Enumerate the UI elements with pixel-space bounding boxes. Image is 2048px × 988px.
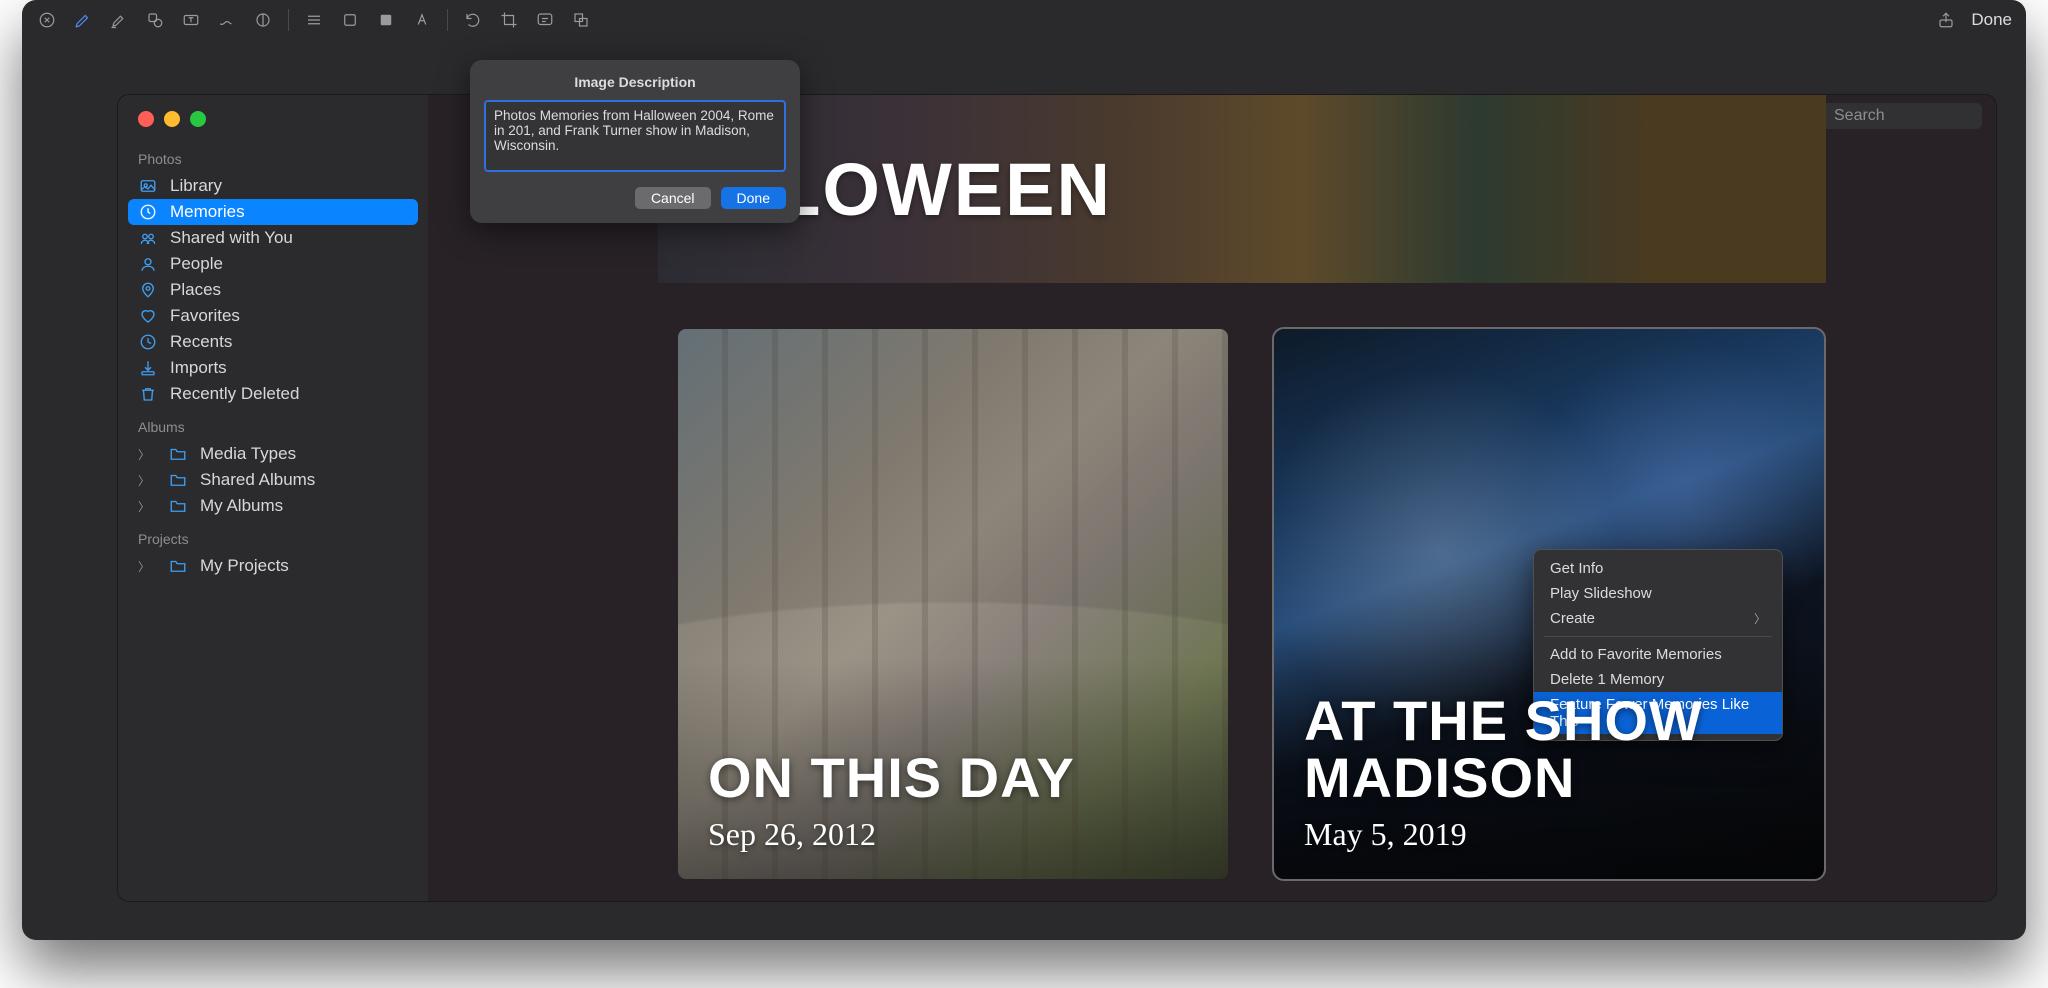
crop-icon[interactable]	[498, 9, 520, 31]
folder-icon	[168, 556, 188, 576]
editor-toolbar: Done	[22, 0, 2026, 40]
sidebar-item-label: Recently Deleted	[170, 384, 299, 404]
sidebar-item-label: Imports	[170, 358, 227, 378]
window-controls	[118, 95, 428, 139]
imports-icon	[138, 358, 158, 378]
library-icon	[138, 176, 158, 196]
sign-icon[interactable]	[216, 9, 238, 31]
sidebar-item-label: Places	[170, 280, 221, 300]
sidebar-section-photos: Photos	[118, 139, 428, 173]
memories-icon	[138, 202, 158, 222]
folder-icon	[168, 470, 188, 490]
people-icon	[138, 254, 158, 274]
sidebar-item-shared-albums[interactable]: 〉 Shared Albums	[118, 467, 428, 493]
sidebar-item-people[interactable]: People	[118, 251, 428, 277]
done-button[interactable]: Done	[721, 187, 786, 209]
sidebar-section-projects: Projects	[118, 519, 428, 553]
share-top-icon[interactable]	[1935, 9, 1957, 31]
sidebar-item-label: My Albums	[200, 496, 283, 516]
chevron-right-icon: 〉	[138, 498, 150, 515]
order-icon[interactable]	[570, 9, 592, 31]
memory-card-date: Sep 26, 2012	[708, 816, 1198, 853]
fullscreen-window-button[interactable]	[190, 111, 206, 127]
sidebar-item-library[interactable]: Library	[118, 173, 428, 199]
sidebar-item-label: Media Types	[200, 444, 296, 464]
chevron-right-icon: 〉	[1754, 610, 1766, 627]
shapes-icon[interactable]	[144, 9, 166, 31]
sidebar-item-my-albums[interactable]: 〉 My Albums	[118, 493, 428, 519]
adjust-color-icon[interactable]	[252, 9, 274, 31]
folder-icon	[168, 444, 188, 464]
chevron-right-icon: 〉	[138, 446, 150, 463]
sidebar-item-label: Shared with You	[170, 228, 293, 248]
sidebar-item-label: Favorites	[170, 306, 240, 326]
border-color-icon[interactable]	[339, 9, 361, 31]
highlighter-icon[interactable]	[108, 9, 130, 31]
menu-add-favorite[interactable]: Add to Favorite Memories	[1534, 642, 1782, 667]
menu-item-label: Delete 1 Memory	[1550, 671, 1664, 688]
sidebar-item-favorites[interactable]: Favorites	[118, 303, 428, 329]
menu-get-info[interactable]: Get Info	[1534, 556, 1782, 581]
image-description-icon[interactable]	[534, 9, 556, 31]
menu-item-label: Add to Favorite Memories	[1550, 646, 1722, 663]
sidebar: Photos Library Memories Shared with You …	[118, 95, 428, 901]
memory-hero-card[interactable]: LLOWEEN	[658, 95, 1826, 283]
rotate-icon[interactable]	[462, 9, 484, 31]
editor-frame: Done Photos Library Memories Shared with…	[22, 0, 2026, 940]
sidebar-item-label: Library	[170, 176, 222, 196]
menu-create[interactable]: Create 〉	[1534, 606, 1782, 631]
cancel-button[interactable]: Cancel	[635, 187, 711, 209]
recents-icon	[138, 332, 158, 352]
sidebar-item-my-projects[interactable]: 〉 My Projects	[118, 553, 428, 579]
sidebar-item-label: Shared Albums	[200, 470, 315, 490]
memory-card-title-line2: MADISON	[1304, 749, 1794, 806]
image-description-popover: Image Description Cancel Done	[470, 60, 800, 223]
sidebar-section-albums: Albums	[118, 407, 428, 441]
memory-card-title-line1: AT THE SHOW	[1304, 692, 1794, 749]
menu-play-slideshow[interactable]: Play Slideshow	[1534, 581, 1782, 606]
sidebar-item-label: Recents	[170, 332, 232, 352]
folder-icon	[168, 496, 188, 516]
sidebar-item-label: Memories	[170, 202, 245, 222]
fill-color-icon[interactable]	[375, 9, 397, 31]
popover-title: Image Description	[484, 74, 786, 90]
trash-icon	[138, 384, 158, 404]
sidebar-item-imports[interactable]: Imports	[118, 355, 428, 381]
editor-done-button[interactable]: Done	[1971, 10, 2012, 30]
places-icon	[138, 280, 158, 300]
sidebar-item-shared-with-you[interactable]: Shared with You	[118, 225, 428, 251]
favorites-icon	[138, 306, 158, 326]
sidebar-item-label: People	[170, 254, 223, 274]
menu-item-label: Play Slideshow	[1550, 585, 1652, 602]
menu-item-label: Create	[1550, 610, 1595, 627]
line-weight-icon[interactable]	[303, 9, 325, 31]
memory-card-date: May 5, 2019	[1304, 816, 1794, 853]
sidebar-item-recents[interactable]: Recents	[118, 329, 428, 355]
menu-item-label: Get Info	[1550, 560, 1603, 577]
menu-separator	[1544, 636, 1772, 637]
pen-icon[interactable]	[72, 9, 94, 31]
text-style-icon[interactable]	[411, 9, 433, 31]
shared-icon	[138, 228, 158, 248]
photos-window: Photos Library Memories Shared with You …	[117, 94, 1997, 902]
sidebar-item-recently-deleted[interactable]: Recently Deleted	[118, 381, 428, 407]
sidebar-item-label: My Projects	[200, 556, 289, 576]
memory-card-on-this-day[interactable]: ON THIS DAY Sep 26, 2012	[678, 329, 1228, 879]
image-description-textarea[interactable]	[484, 100, 786, 172]
search-input[interactable]: Search	[1802, 103, 1982, 129]
chevron-right-icon: 〉	[138, 558, 150, 575]
sidebar-item-media-types[interactable]: 〉 Media Types	[118, 441, 428, 467]
sidebar-item-memories[interactable]: Memories	[128, 199, 418, 225]
close-window-button[interactable]	[138, 111, 154, 127]
sidebar-item-places[interactable]: Places	[118, 277, 428, 303]
close-icon[interactable]	[36, 9, 58, 31]
textbox-icon[interactable]	[180, 9, 202, 31]
memory-card-title: ON THIS DAY	[708, 749, 1198, 806]
chevron-right-icon: 〉	[138, 472, 150, 489]
minimize-window-button[interactable]	[164, 111, 180, 127]
search-placeholder: Search	[1834, 107, 1885, 125]
